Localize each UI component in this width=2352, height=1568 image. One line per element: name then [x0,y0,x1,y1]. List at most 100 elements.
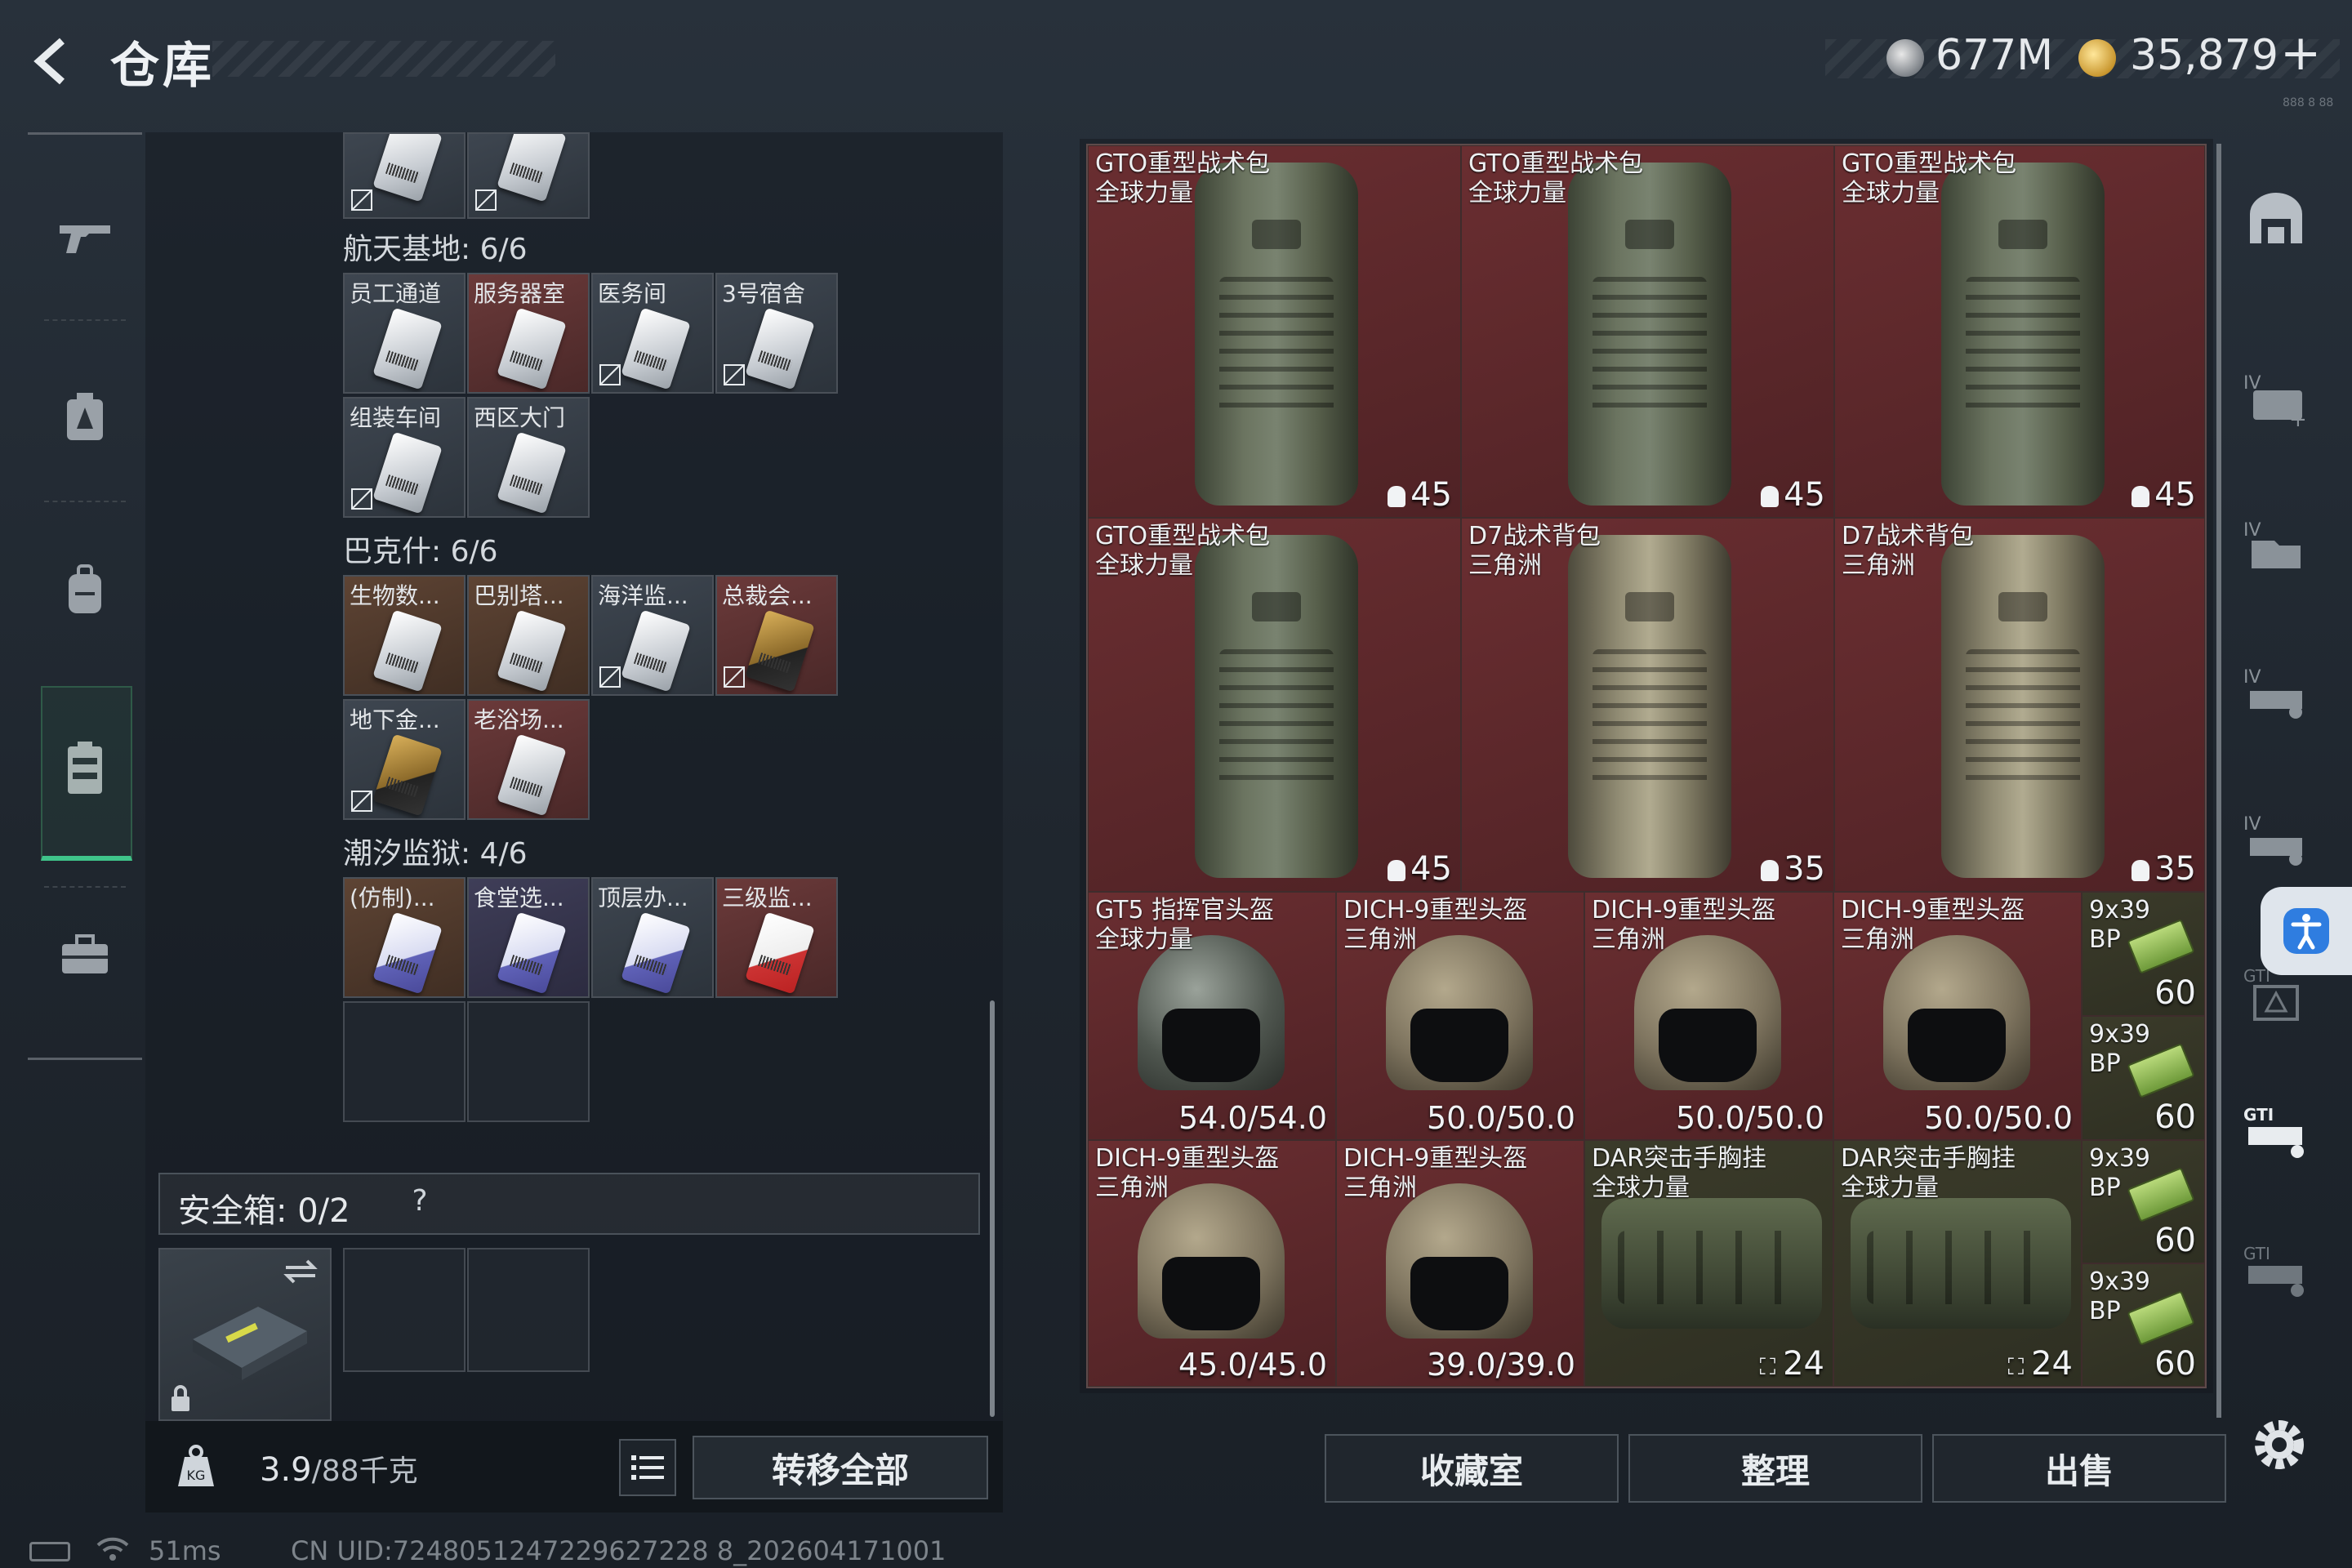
keycard-slot[interactable]: 海洋监... [591,575,714,696]
keycard-name: 组装车间 [350,404,442,431]
accessibility-button[interactable] [2261,887,2352,975]
svg-text:GTI: GTI [2243,1105,2274,1125]
keycard-slot[interactable]: 生物数... [343,575,466,696]
container-level-gti-icon[interactable]: GTI [2231,1227,2321,1316]
item-name: DICH-9重型头盔 三角洲 [1343,896,1528,954]
swap-icon[interactable] [283,1258,318,1285]
item-helmet[interactable]: GT5 指挥官头盔 全球力量 54.0/54.0 [1088,892,1336,1140]
armor-icon[interactable] [39,372,131,463]
warehouse-icon[interactable] [2231,173,2321,263]
item-count: 60 [2154,1098,2196,1136]
backpack-icon[interactable] [39,545,131,636]
safebox-item[interactable] [158,1248,332,1421]
item-name: DICH-9重型头盔 三角洲 [1841,896,2025,954]
currency-gold: 35,879 [2130,31,2278,80]
no-transfer-icon [351,189,372,211]
scrollbar[interactable] [990,1000,995,1417]
back-icon[interactable] [24,33,82,90]
item-ammo[interactable]: 9x39 BP 60 [2082,892,2205,1016]
weight-text: 3.9/88千克 [260,1447,418,1490]
safebox-empty-slot[interactable] [343,1248,466,1372]
keycard-slot[interactable]: 西区大门 [467,397,590,518]
empty-slot[interactable] [343,1001,466,1122]
keycard-slot[interactable] [343,132,466,219]
item-name: DAR突击手胸挂 全球力量 [1841,1144,2016,1202]
keycard-image [745,307,815,390]
container-level-iv-icon[interactable]: IV [2231,794,2321,884]
keycard-slot[interactable]: 地下金... [343,699,466,820]
arrange-button[interactable]: 整理 [1628,1434,1922,1503]
keycard-slot[interactable] [467,132,590,219]
item-chest-rig[interactable]: DAR突击手胸挂 全球力量 ⛶ 24 [1584,1140,1833,1387]
item-ammo[interactable]: 9x39 BP 60 [2082,1263,2205,1387]
keycard-image [497,431,567,514]
capacity-icon [1388,486,1406,507]
keycard-name: 医务间 [598,280,667,307]
item-name: DICH-9重型头盔 三角洲 [1095,1144,1280,1202]
keycard-slot[interactable]: 员工通道 [343,273,466,394]
keycard-slot[interactable]: 食堂选... [467,877,590,998]
settings-gear-icon[interactable] [2247,1413,2311,1477]
collection-room-button[interactable]: 收藏室 [1325,1434,1619,1503]
keycard-slot[interactable]: 组装车间 [343,397,466,518]
battery-icon [29,1542,70,1561]
item-helmet[interactable]: DICH-9重型头盔 三角洲 45.0/45.0 [1088,1140,1336,1387]
item-count: 60 [2154,1345,2196,1383]
sell-button[interactable]: 出售 [1932,1434,2226,1503]
item-helmet[interactable]: DICH-9重型头盔 三角洲 50.0/50.0 [1833,892,2082,1140]
item-chest-rig[interactable]: DAR突击手胸挂 全球力量 ⛶ 24 [1833,1140,2082,1387]
helmet-image [1138,935,1285,1090]
container-level-iv-icon[interactable]: IV [2231,647,2321,737]
keycard-image [372,609,443,693]
keycard-name: 海洋监... [598,582,688,609]
add-currency-button[interactable]: + [2280,24,2321,82]
no-transfer-icon [475,189,497,211]
item-ammo[interactable]: 9x39 BP 60 [2082,1140,2205,1263]
weapon-icon[interactable] [39,192,131,283]
keycard-slot[interactable]: 三级监... [715,877,838,998]
item-helmet[interactable]: DICH-9重型头盔 三角洲 50.0/50.0 [1336,892,1584,1140]
safebox-label: 安全箱: 0/2 [178,1192,350,1230]
help-button[interactable]: ? [402,1184,438,1220]
container-level-iv-icon[interactable]: IV + [2231,353,2321,443]
case-icon[interactable] [39,909,131,1000]
item-backpack[interactable]: D7战术背包 三角洲 35 [1461,518,1834,892]
item-backpack[interactable]: GTO重型战术包 全球力量 45 [1834,145,2205,518]
nav-active-highlight [41,686,132,861]
empty-slot[interactable] [467,1001,590,1122]
keycard-name: 3号宿舍 [722,280,805,307]
item-backpack[interactable]: GTO重型战术包 全球力量 45 [1088,145,1461,518]
keycard-name: 三级监... [722,884,813,911]
item-name: DICH-9重型头盔 三角洲 [1592,896,1776,954]
item-helmet[interactable]: DICH-9重型头盔 三角洲 39.0/39.0 [1336,1140,1584,1387]
grid-scrollbar[interactable] [2216,144,2221,1418]
helmet-image [1386,935,1533,1090]
container-level-gti-icon[interactable]: GTI [2231,1088,2321,1178]
safebox-empty-slot[interactable] [467,1248,590,1372]
no-transfer-icon [351,488,372,510]
item-name: DAR突击手胸挂 全球力量 [1592,1144,1766,1202]
item-backpack[interactable]: GTO重型战术包 全球力量 45 [1461,145,1834,518]
keycard-slot[interactable]: 医务间 [591,273,714,394]
keycard-name: 生物数... [350,582,440,609]
item-ammo[interactable]: 9x39 BP 60 [2082,1016,2205,1140]
no-transfer-icon [599,364,621,385]
no-transfer-icon [724,364,745,385]
keycard-slot[interactable]: 巴别塔... [467,575,590,696]
keycard-slot[interactable]: 服务器室 [467,273,590,394]
gold-coin-icon [2078,39,2116,77]
transfer-all-button[interactable]: 转移全部 [693,1436,988,1499]
list-view-button[interactable] [619,1439,676,1496]
item-helmet[interactable]: DICH-9重型头盔 三角洲 50.0/50.0 [1584,892,1833,1140]
keycard-slot[interactable]: 顶层办... [591,877,714,998]
keycard-slot[interactable]: 总裁会... [715,575,838,696]
keycard-slot[interactable]: 老浴场... [467,699,590,820]
lock-icon [172,1385,189,1411]
container-level-iv-icon[interactable]: IV [2231,500,2321,590]
item-backpack[interactable]: GTO重型战术包 全球力量 45 [1088,518,1461,892]
list-icon [631,1455,664,1480]
keycard-slot[interactable]: 3号宿舍 [715,273,838,394]
keycard-name: 老浴场... [474,706,564,733]
item-backpack[interactable]: D7战术背包 三角洲 35 [1834,518,2205,892]
keycard-slot[interactable]: (仿制)... [343,877,466,998]
